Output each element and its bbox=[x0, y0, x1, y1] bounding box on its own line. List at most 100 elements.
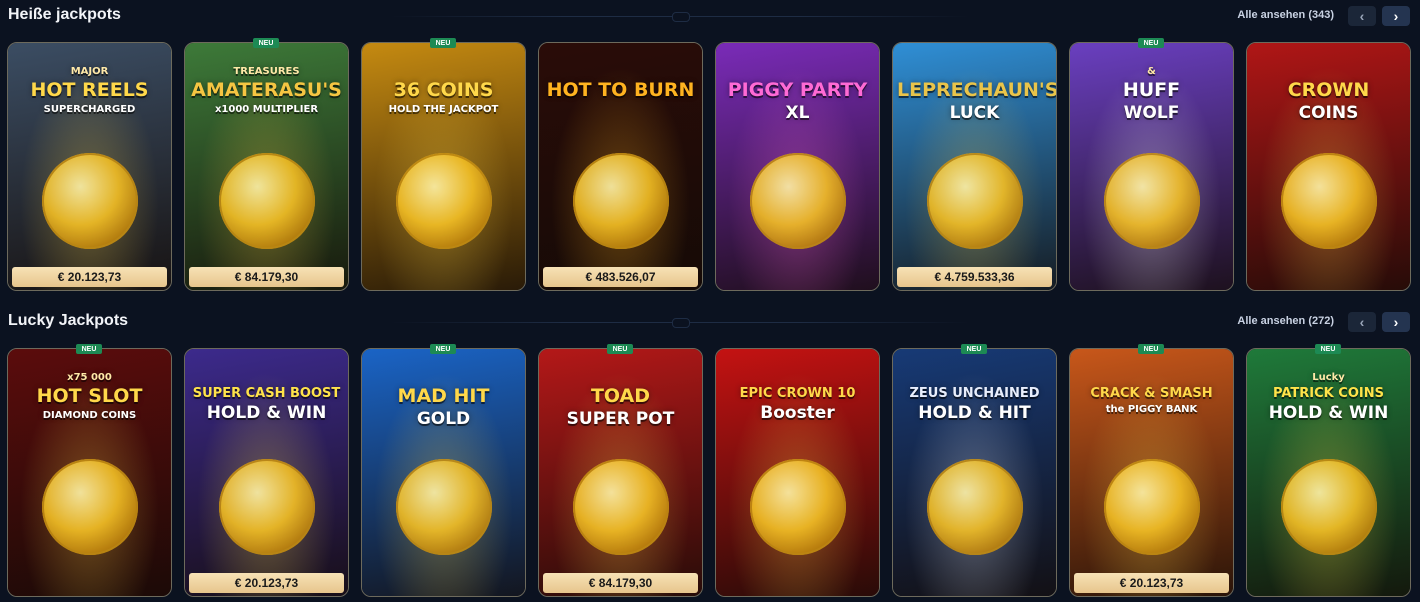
game-tile[interactable]: AMATERASU'S x1000 MULTIPLIER TREASURES € 84… bbox=[184, 42, 349, 291]
jackpot-amount: € 20.123,73 bbox=[12, 267, 167, 287]
game-emblem-icon bbox=[1104, 459, 1200, 555]
game-tile[interactable]: 36 COINS HOLD THE JACKPOT bbox=[361, 42, 526, 291]
game-title: CRACK & SMASH bbox=[1090, 386, 1213, 401]
game-row: HOT SLOT DIAMOND COINS x75 000 NEU SUPER CAS… bbox=[0, 344, 1420, 598]
new-badge: NEU bbox=[1315, 344, 1341, 354]
game-title: HOT REELS bbox=[30, 79, 149, 101]
jackpot-amount: € 20.123,73 bbox=[1074, 573, 1229, 593]
game-subtitle: COINS bbox=[1298, 103, 1359, 123]
game-tile[interactable]: EPIC CROWN 10 Booster bbox=[715, 348, 880, 597]
game-tagline: MAJOR bbox=[70, 66, 109, 77]
game-title: HOT TO BURN bbox=[546, 79, 695, 101]
game-tile[interactable]: CROWN COINS bbox=[1246, 42, 1411, 291]
jackpot-amount: € 84.179,30 bbox=[543, 573, 698, 593]
view-all-link[interactable]: Alle ansehen (272) bbox=[1237, 315, 1334, 327]
game-subtitle: SUPER POT bbox=[566, 409, 675, 429]
new-badge: NEU bbox=[76, 344, 102, 354]
game-subtitle: LUCK bbox=[949, 103, 1000, 123]
new-badge: NEU bbox=[1138, 344, 1164, 354]
game-title: HUFF bbox=[1122, 79, 1181, 101]
divider-ornament-icon bbox=[672, 318, 690, 328]
game-subtitle: Booster bbox=[760, 403, 835, 423]
prev-button[interactable]: ‹ bbox=[1348, 312, 1376, 332]
game-tile[interactable]: SUPER CASH BOOST HOLD & WIN € 20.123,73 bbox=[184, 348, 349, 597]
game-emblem-icon bbox=[1281, 153, 1377, 249]
next-button[interactable]: › bbox=[1382, 312, 1410, 332]
jackpot-amount: € 20.123,73 bbox=[189, 573, 344, 593]
game-title: PATRICK COINS bbox=[1273, 386, 1384, 401]
game-tile[interactable]: CRACK & SMASH the PIGGY BANK € 20.123,73 bbox=[1069, 348, 1234, 597]
game-subtitle: XL bbox=[785, 103, 810, 123]
new-badge: NEU bbox=[1138, 38, 1164, 48]
chevron-left-icon: ‹ bbox=[1359, 8, 1365, 24]
game-emblem-icon bbox=[750, 459, 846, 555]
game-tagline: & bbox=[1147, 66, 1156, 77]
game-title: MAD HIT bbox=[397, 385, 490, 407]
game-tagline: Lucky bbox=[1312, 372, 1345, 383]
game-subtitle: HOLD & WIN bbox=[1268, 403, 1389, 423]
game-tile[interactable]: MAD HIT GOLD bbox=[361, 348, 526, 597]
game-subtitle: GOLD bbox=[416, 409, 471, 429]
section-header: Lucky Jackpots Alle ansehen (272) ‹ › bbox=[0, 306, 1420, 340]
game-tile[interactable]: HOT REELS SUPERCHARGED MAJOR € 20.123,73 bbox=[7, 42, 172, 291]
new-badge: NEU bbox=[430, 344, 456, 354]
game-tagline: TREASURES bbox=[233, 66, 300, 77]
game-emblem-icon bbox=[396, 459, 492, 555]
new-badge: NEU bbox=[961, 344, 987, 354]
jackpot-amount: € 483.526,07 bbox=[543, 267, 698, 287]
game-tagline: x75 000 bbox=[67, 372, 112, 383]
section-title: Heiße jackpots bbox=[8, 6, 121, 23]
game-title: TOAD bbox=[590, 385, 651, 407]
game-emblem-icon bbox=[42, 459, 138, 555]
game-emblem-icon bbox=[219, 153, 315, 249]
game-emblem-icon bbox=[1281, 459, 1377, 555]
game-row: HOT REELS SUPERCHARGED MAJOR € 20.123,73 AMA… bbox=[0, 38, 1420, 292]
prev-button[interactable]: ‹ bbox=[1348, 6, 1376, 26]
game-title: CROWN bbox=[1287, 79, 1370, 101]
game-subtitle: HOLD THE JACKPOT bbox=[388, 104, 499, 115]
next-button[interactable]: › bbox=[1382, 6, 1410, 26]
game-emblem-icon bbox=[396, 153, 492, 249]
game-title: EPIC CROWN 10 bbox=[739, 386, 856, 401]
chevron-left-icon: ‹ bbox=[1359, 314, 1365, 330]
game-tile[interactable]: ZEUS UNCHAINED HOLD & HIT bbox=[892, 348, 1057, 597]
game-subtitle: SUPERCHARGED bbox=[43, 104, 136, 115]
new-badge: NEU bbox=[253, 38, 279, 48]
section-header: Heiße jackpots Alle ansehen (343) ‹ › bbox=[0, 0, 1420, 34]
game-tile[interactable]: PIGGY PARTY XL bbox=[715, 42, 880, 291]
game-tile[interactable]: HOT SLOT DIAMOND COINS x75 000 bbox=[7, 348, 172, 597]
game-subtitle: HOLD & WIN bbox=[206, 403, 327, 423]
game-emblem-icon bbox=[750, 153, 846, 249]
game-title: HOT SLOT bbox=[36, 385, 143, 407]
game-title: AMATERASU'S bbox=[191, 79, 342, 101]
game-subtitle: HOLD & HIT bbox=[918, 403, 1031, 423]
game-tile[interactable]: PATRICK COINS HOLD & WIN Lucky bbox=[1246, 348, 1411, 597]
chevron-right-icon: › bbox=[1393, 8, 1399, 24]
game-title: 36 COINS bbox=[393, 79, 494, 101]
game-tile[interactable]: HUFF WOLF & bbox=[1069, 42, 1234, 291]
jackpot-amount: € 4.759.533,36 bbox=[897, 267, 1052, 287]
game-subtitle: WOLF bbox=[1123, 103, 1180, 123]
divider-ornament-icon bbox=[672, 12, 690, 22]
section-lucky-jackpots: Lucky Jackpots Alle ansehen (272) ‹ › HO… bbox=[0, 306, 1420, 597]
game-emblem-icon bbox=[927, 459, 1023, 555]
game-title: SUPER CASH BOOST bbox=[192, 386, 341, 401]
game-tile[interactable]: LEPRECHAUN'S LUCK € 4.759.533,36 bbox=[892, 42, 1057, 291]
jackpot-amount: € 84.179,30 bbox=[189, 267, 344, 287]
game-title: LEPRECHAUN'S bbox=[897, 79, 1057, 101]
game-title: ZEUS UNCHAINED bbox=[909, 386, 1040, 401]
chevron-right-icon: › bbox=[1393, 314, 1399, 330]
game-subtitle: x1000 MULTIPLIER bbox=[214, 104, 319, 115]
section-heisse-jackpots: Heiße jackpots Alle ansehen (343) ‹ › HO… bbox=[0, 0, 1420, 291]
new-badge: NEU bbox=[607, 344, 633, 354]
game-emblem-icon bbox=[927, 153, 1023, 249]
game-emblem-icon bbox=[219, 459, 315, 555]
section-title: Lucky Jackpots bbox=[8, 312, 129, 329]
game-emblem-icon bbox=[1104, 153, 1200, 249]
game-tile[interactable]: HOT TO BURN € 483.526,07 bbox=[538, 42, 703, 291]
new-badge: NEU bbox=[430, 38, 456, 48]
game-tile[interactable]: TOAD SUPER POT € 84.179,30 bbox=[538, 348, 703, 597]
view-all-link[interactable]: Alle ansehen (343) bbox=[1237, 9, 1334, 21]
game-subtitle: DIAMOND COINS bbox=[42, 410, 137, 421]
game-emblem-icon bbox=[42, 153, 138, 249]
